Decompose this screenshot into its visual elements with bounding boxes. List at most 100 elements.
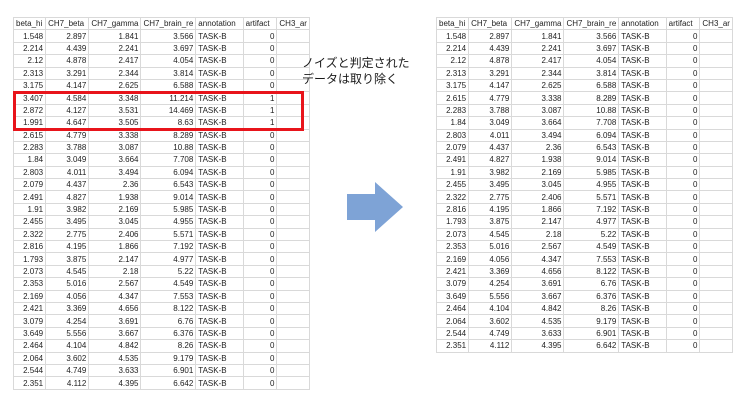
table-cell[interactable]: TASK-B	[618, 153, 667, 167]
table-cell[interactable]: TASK-B	[618, 190, 667, 204]
column-header[interactable]: annotation	[195, 17, 244, 31]
table-cell[interactable]: 4.749	[468, 326, 513, 341]
table-cell[interactable]: 7.708	[140, 153, 197, 167]
table-cell[interactable]: 4.549	[140, 277, 197, 291]
empty-cell[interactable]	[699, 264, 733, 279]
table-cell[interactable]: 0	[665, 91, 701, 105]
table-cell[interactable]: 2.464	[13, 339, 47, 353]
table-cell[interactable]: 4.545	[45, 264, 90, 279]
table-cell[interactable]: 3.982	[45, 202, 90, 217]
empty-cell[interactable]	[699, 202, 733, 217]
table-cell[interactable]: TASK-B	[195, 54, 244, 68]
table-cell[interactable]: 4.147	[45, 78, 90, 93]
table-cell[interactable]: TASK-B	[618, 252, 667, 266]
table-cell[interactable]: 3.667	[88, 326, 142, 341]
table-cell[interactable]: 4.842	[88, 339, 142, 353]
table-cell[interactable]: 2.147	[88, 252, 142, 266]
table-cell[interactable]: 1.938	[511, 153, 565, 167]
table-cell[interactable]: 3.814	[563, 66, 620, 80]
table-cell[interactable]: 2.322	[436, 190, 470, 204]
table-cell[interactable]: 2.421	[13, 301, 47, 316]
empty-cell[interactable]	[276, 376, 310, 390]
table-cell[interactable]: TASK-B	[195, 29, 244, 43]
table-cell[interactable]: 5.571	[140, 227, 197, 242]
table-cell[interactable]: 6.376	[140, 326, 197, 341]
table-cell[interactable]: 4.347	[511, 252, 565, 266]
table-cell[interactable]: TASK-B	[195, 363, 244, 378]
table-cell[interactable]: 0	[665, 314, 701, 328]
empty-cell[interactable]	[699, 227, 733, 242]
table-cell[interactable]: 4.056	[468, 252, 513, 266]
table-cell[interactable]: 3.495	[45, 215, 90, 229]
table-cell[interactable]: 0	[665, 103, 701, 118]
table-cell[interactable]: 3.369	[468, 264, 513, 279]
table-cell[interactable]: 0	[242, 153, 278, 167]
table-cell[interactable]: TASK-B	[618, 202, 667, 217]
table-cell[interactable]: 2.313	[13, 66, 47, 80]
table-cell[interactable]: 0	[242, 376, 278, 390]
table-cell[interactable]: 3.291	[468, 66, 513, 80]
table-cell[interactable]: 7.553	[563, 252, 620, 266]
empty-cell[interactable]	[276, 252, 310, 266]
table-cell[interactable]: 0	[665, 178, 701, 192]
table-cell[interactable]: TASK-B	[618, 54, 667, 68]
empty-cell[interactable]	[276, 215, 310, 229]
table-cell[interactable]: 0	[242, 264, 278, 279]
empty-cell[interactable]	[276, 190, 310, 204]
table-cell[interactable]: 2.897	[468, 29, 513, 43]
table-cell[interactable]: TASK-B	[618, 215, 667, 229]
table-cell[interactable]: 4.395	[88, 376, 142, 390]
table-cell[interactable]: 2.544	[436, 326, 470, 341]
table-cell[interactable]: 6.901	[563, 326, 620, 341]
table-cell[interactable]: 5.556	[468, 289, 513, 304]
table-cell[interactable]: 2.283	[13, 140, 47, 155]
table-cell[interactable]: 4.104	[468, 301, 513, 316]
table-cell[interactable]: 1.84	[436, 116, 470, 130]
table-cell[interactable]: 4.977	[563, 215, 620, 229]
table-cell[interactable]: 4.955	[140, 215, 197, 229]
table-cell[interactable]: 2.12	[436, 54, 470, 68]
table-cell[interactable]: 4.395	[511, 339, 565, 353]
table-cell[interactable]: 0	[242, 314, 278, 328]
table-cell[interactable]: 6.76	[563, 277, 620, 291]
table-cell[interactable]: 2.313	[436, 66, 470, 80]
table-cell[interactable]: 2.464	[436, 301, 470, 316]
table-cell[interactable]: TASK-B	[195, 215, 244, 229]
table-cell[interactable]: 3.291	[45, 66, 90, 80]
table-cell[interactable]: 5.556	[45, 326, 90, 341]
empty-cell[interactable]	[276, 339, 310, 353]
table-cell[interactable]: TASK-B	[195, 178, 244, 192]
empty-cell[interactable]	[699, 140, 733, 155]
table-cell[interactable]: 3.664	[511, 116, 565, 130]
table-cell[interactable]: TASK-B	[618, 103, 667, 118]
table-cell[interactable]: 3.566	[140, 29, 197, 43]
table-cell[interactable]: 4.955	[563, 178, 620, 192]
table-cell[interactable]: 7.192	[140, 240, 197, 254]
table-cell[interactable]: 3.566	[563, 29, 620, 43]
table-cell[interactable]: 4.827	[45, 190, 90, 204]
table-cell[interactable]: 2.18	[511, 227, 565, 242]
table-cell[interactable]: TASK-B	[195, 376, 244, 390]
table-cell[interactable]: TASK-B	[195, 41, 244, 56]
table-cell[interactable]: TASK-B	[195, 301, 244, 316]
table-cell[interactable]: 2.897	[45, 29, 90, 43]
table-cell[interactable]: 0	[242, 363, 278, 378]
table-cell[interactable]: TASK-B	[195, 314, 244, 328]
table-cell[interactable]: 2.775	[45, 227, 90, 242]
empty-cell[interactable]	[276, 301, 310, 316]
table-cell[interactable]: 4.056	[45, 289, 90, 304]
table-cell[interactable]: 2.544	[13, 363, 47, 378]
table-cell[interactable]: 6.543	[563, 140, 620, 155]
empty-cell[interactable]	[699, 29, 733, 43]
table-cell[interactable]: 2.491	[13, 190, 47, 204]
table-cell[interactable]: 4.147	[468, 78, 513, 93]
table-cell[interactable]: 0	[242, 178, 278, 192]
table-cell[interactable]: TASK-B	[618, 227, 667, 242]
table-cell[interactable]: 5.985	[140, 202, 197, 217]
empty-cell[interactable]	[699, 103, 733, 118]
table-cell[interactable]: 1.841	[88, 29, 142, 43]
table-cell[interactable]: 6.901	[140, 363, 197, 378]
table-cell[interactable]: 2.417	[511, 54, 565, 68]
table-cell[interactable]: 4.195	[468, 202, 513, 217]
table-cell[interactable]: 0	[242, 277, 278, 291]
